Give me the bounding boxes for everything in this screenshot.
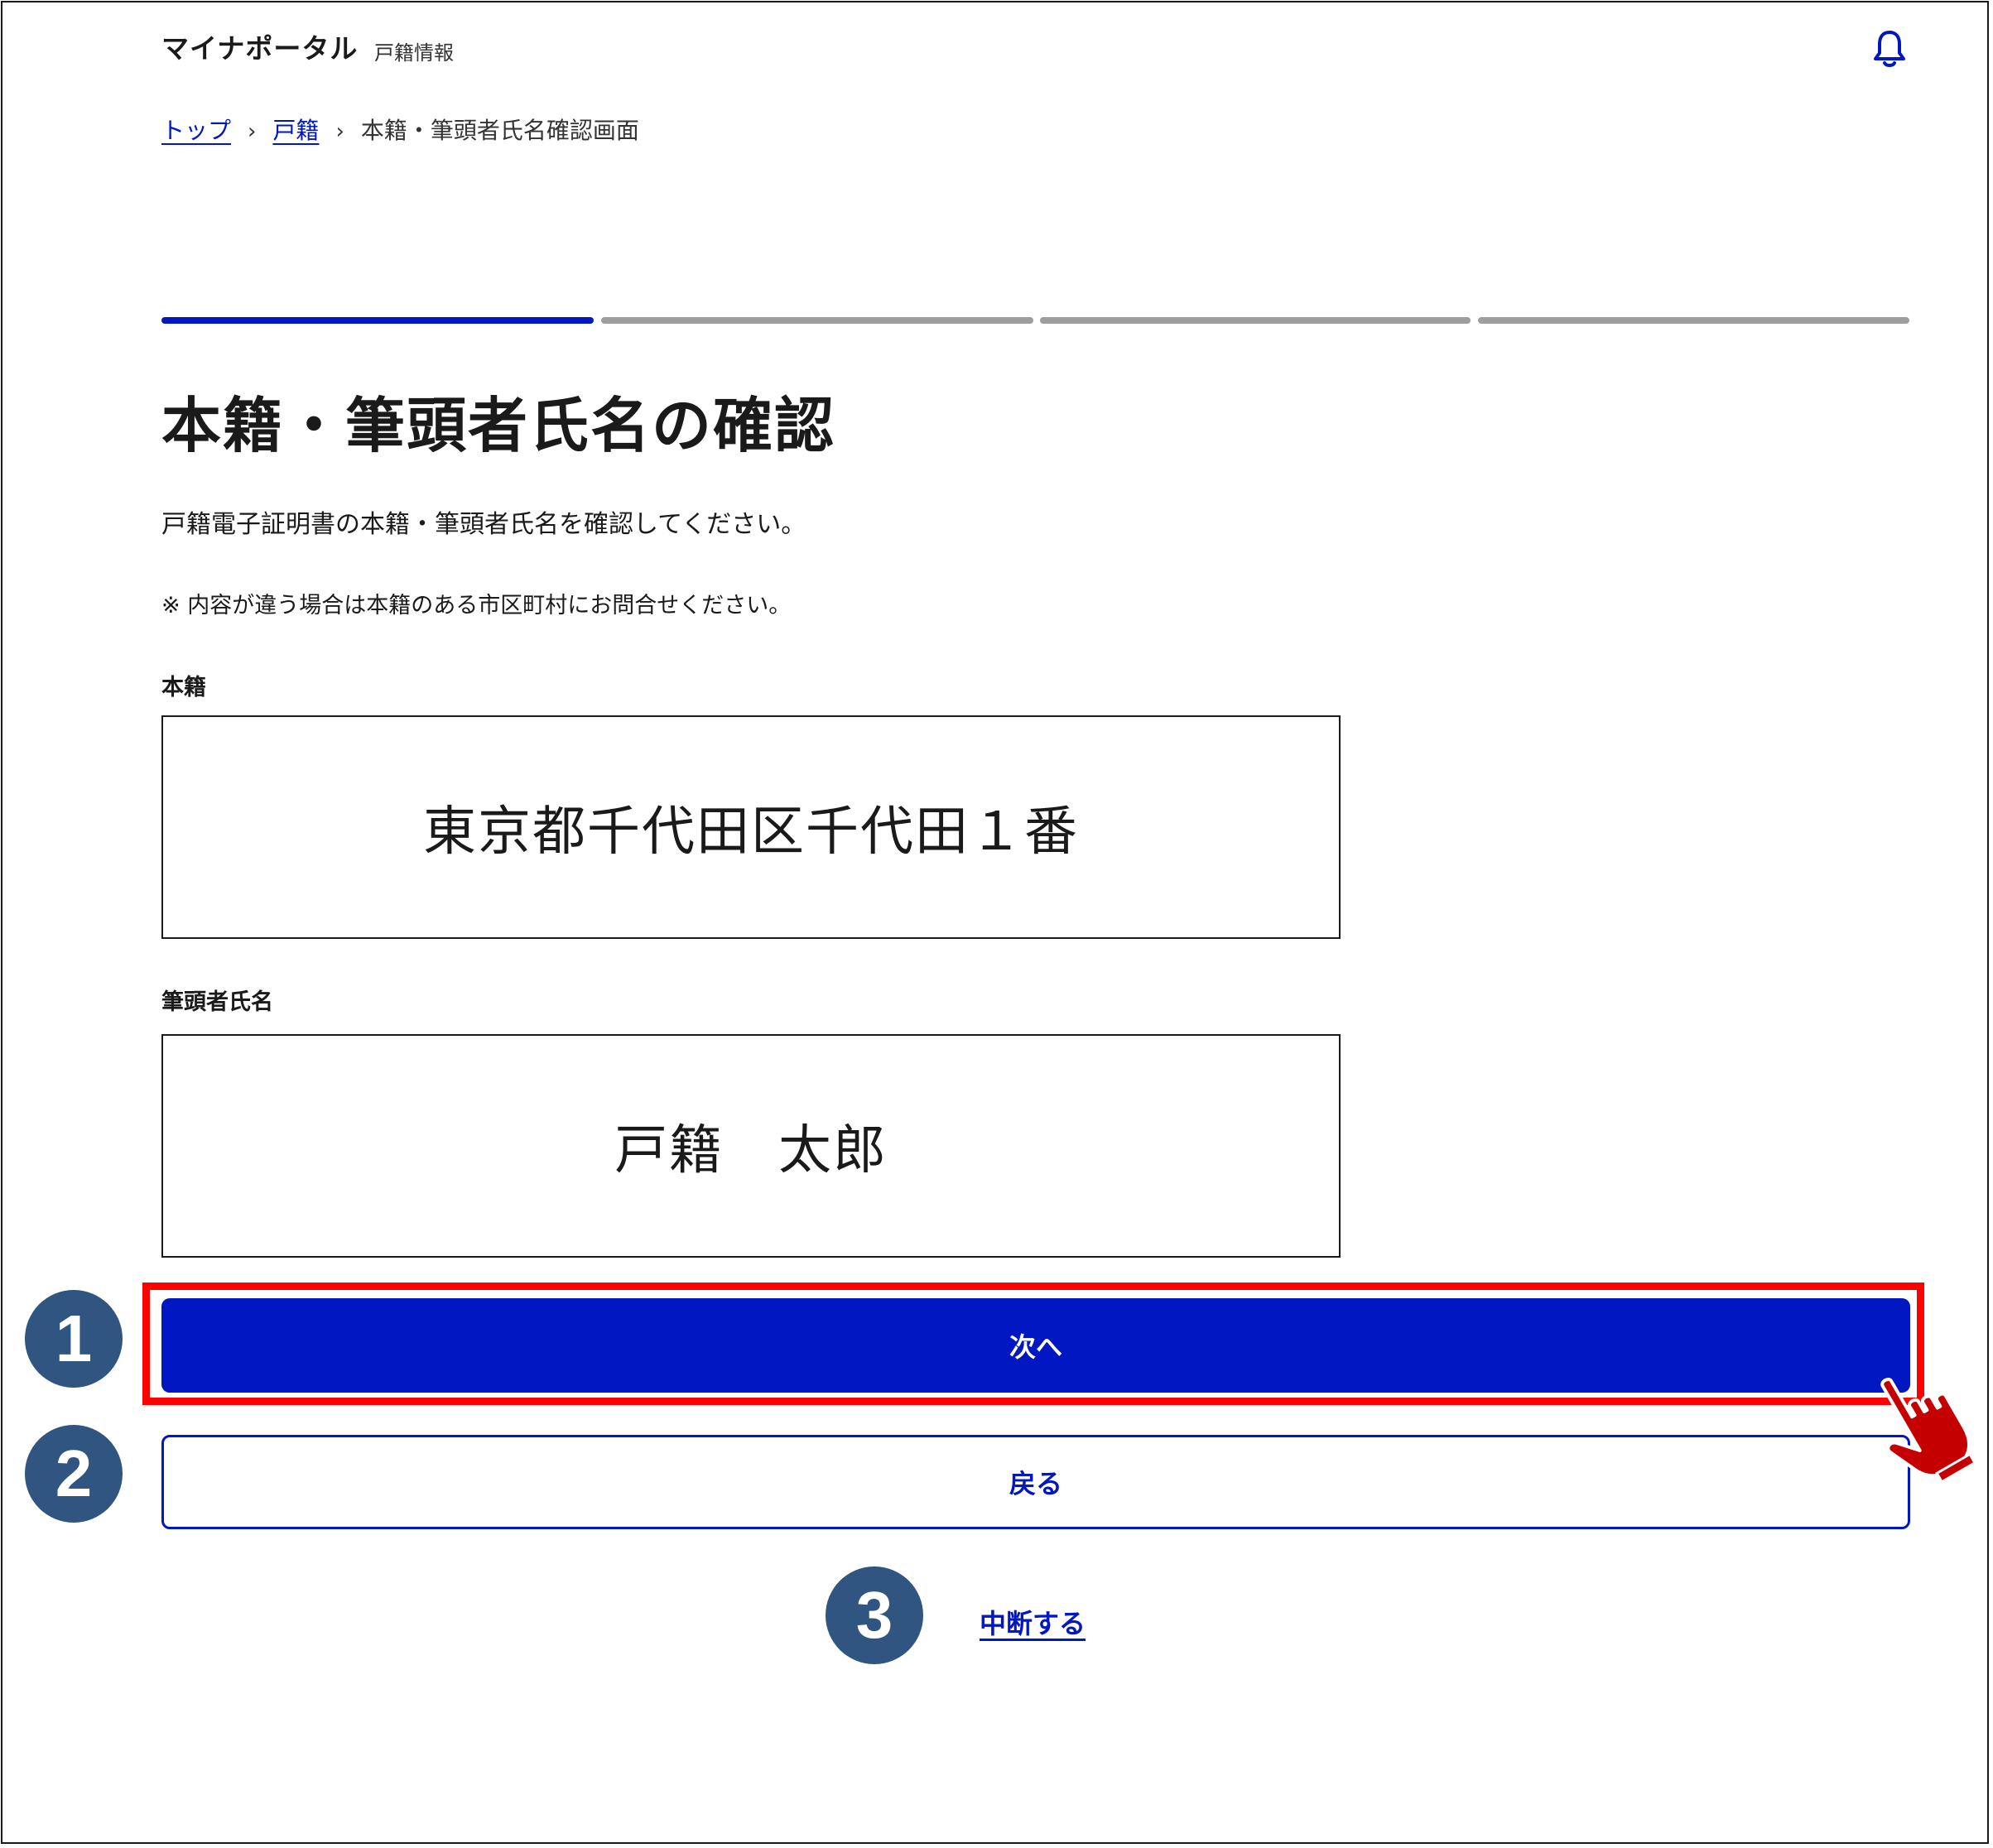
progress-step-2: [601, 317, 1033, 324]
breadcrumb-separator: ›: [335, 119, 344, 144]
breadcrumb: トップ › 戸籍 › 本籍・筆頭者氏名確認画面: [161, 113, 639, 146]
hittousha-label: 筆頭者氏名: [161, 989, 273, 1015]
back-button[interactable]: 戻る: [161, 1435, 1910, 1529]
hittousha-value: 戸籍 太郎: [614, 1120, 888, 1181]
breadcrumb-current: 本籍・筆頭者氏名確認画面: [360, 117, 639, 144]
page-note: ※ 内容が違う場合は本籍のある市区町村にお問合せください。: [161, 593, 792, 618]
bell-icon[interactable]: [1873, 28, 1906, 68]
progress-step-4: [1478, 317, 1909, 324]
breadcrumb-link-koseki[interactable]: 戸籍: [272, 113, 319, 146]
pointing-hand-icon: [1870, 1362, 1986, 1486]
progress-step-1: [161, 317, 594, 324]
abort-link[interactable]: 中断する: [980, 1603, 1086, 1641]
page-title: 本籍・筆頭者氏名の確認: [161, 391, 836, 460]
back-button-label: 戻る: [1009, 1468, 1062, 1499]
app-subtitle: 戸籍情報: [374, 41, 454, 65]
honseki-value-box: 東京都千代田区千代田１番: [161, 715, 1341, 939]
hittousha-value-box: 戸籍 太郎: [161, 1034, 1341, 1258]
breadcrumb-separator: ›: [248, 119, 257, 144]
honseki-label: 本籍: [161, 675, 206, 700]
progress-step-3: [1040, 317, 1471, 324]
page-description: 戸籍電子証明書の本籍・筆頭者氏名を確認してください。: [161, 510, 806, 539]
app-title: マイナポータル: [161, 32, 359, 65]
highlight-frame: [142, 1283, 1924, 1405]
honseki-value: 東京都千代田区千代田１番: [423, 801, 1079, 863]
annotation-marker-1: 1: [25, 1290, 123, 1388]
breadcrumb-link-top[interactable]: トップ: [161, 113, 231, 146]
annotation-marker-3: 3: [826, 1566, 923, 1664]
annotation-marker-2: 2: [25, 1425, 123, 1523]
